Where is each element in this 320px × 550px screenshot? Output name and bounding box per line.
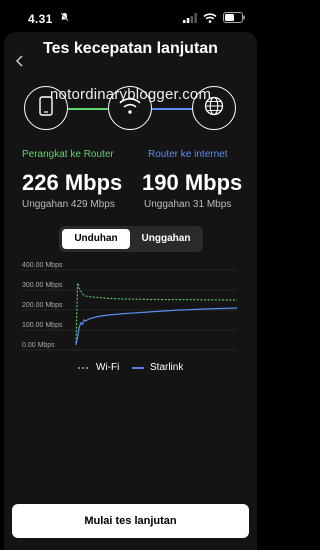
y-tick-label: 200.00 Mbps <box>22 302 63 309</box>
y-tick-label: 400.00 Mbps <box>22 262 63 269</box>
device-router-upload: Unggahan 429 Mbps <box>22 199 115 210</box>
status-time: 4.31 <box>28 12 53 26</box>
legend-item-wifi: Wi-Fi <box>78 362 119 373</box>
speed-chart: 400.00 Mbps 300.00 Mbps 200.00 Mbps 100.00 … <box>22 262 238 351</box>
signal-icon <box>183 10 197 28</box>
series-line-wi-fi <box>75 282 238 344</box>
battery-icon <box>223 10 245 28</box>
tab-download[interactable]: Unduhan <box>62 229 130 249</box>
legend-item-starlink: Starlink <box>132 362 183 373</box>
device-router-speed: 226 Mbps <box>22 170 123 195</box>
start-advanced-test-button[interactable]: Mulai tes lanjutan <box>12 504 249 538</box>
legend-label-wifi: Wi-Fi <box>96 362 120 373</box>
metric-toggle: Unduhan Unggahan <box>59 226 203 252</box>
y-tick-label: 300.00 Mbps <box>22 282 63 289</box>
watermark-text: notordinaryblogger.com <box>50 86 212 103</box>
device-router-label: Perangkat ke Router <box>22 149 114 160</box>
router-internet-upload: Unggahan 31 Mbps <box>144 199 232 210</box>
page-title: Tes kecepatan lanjutan <box>43 40 218 57</box>
series-line-starlink <box>75 307 238 346</box>
tab-upload[interactable]: Unggahan <box>132 229 200 249</box>
status-icons <box>183 12 245 26</box>
router-internet-speed: 190 Mbps <box>142 170 243 195</box>
solid-line-swatch <box>132 366 144 369</box>
status-bar: 4.31 <box>0 0 261 34</box>
dashed-line-swatch <box>78 366 90 369</box>
y-tick-label: 0.00 Mbps <box>22 342 55 349</box>
legend-label-starlink: Starlink <box>150 362 184 373</box>
silent-bell-icon <box>60 12 69 25</box>
y-tick-label: 100.00 Mbps <box>22 322 63 329</box>
router-internet-label: Router ke internet <box>148 149 228 160</box>
wifi-status-icon <box>203 10 217 28</box>
